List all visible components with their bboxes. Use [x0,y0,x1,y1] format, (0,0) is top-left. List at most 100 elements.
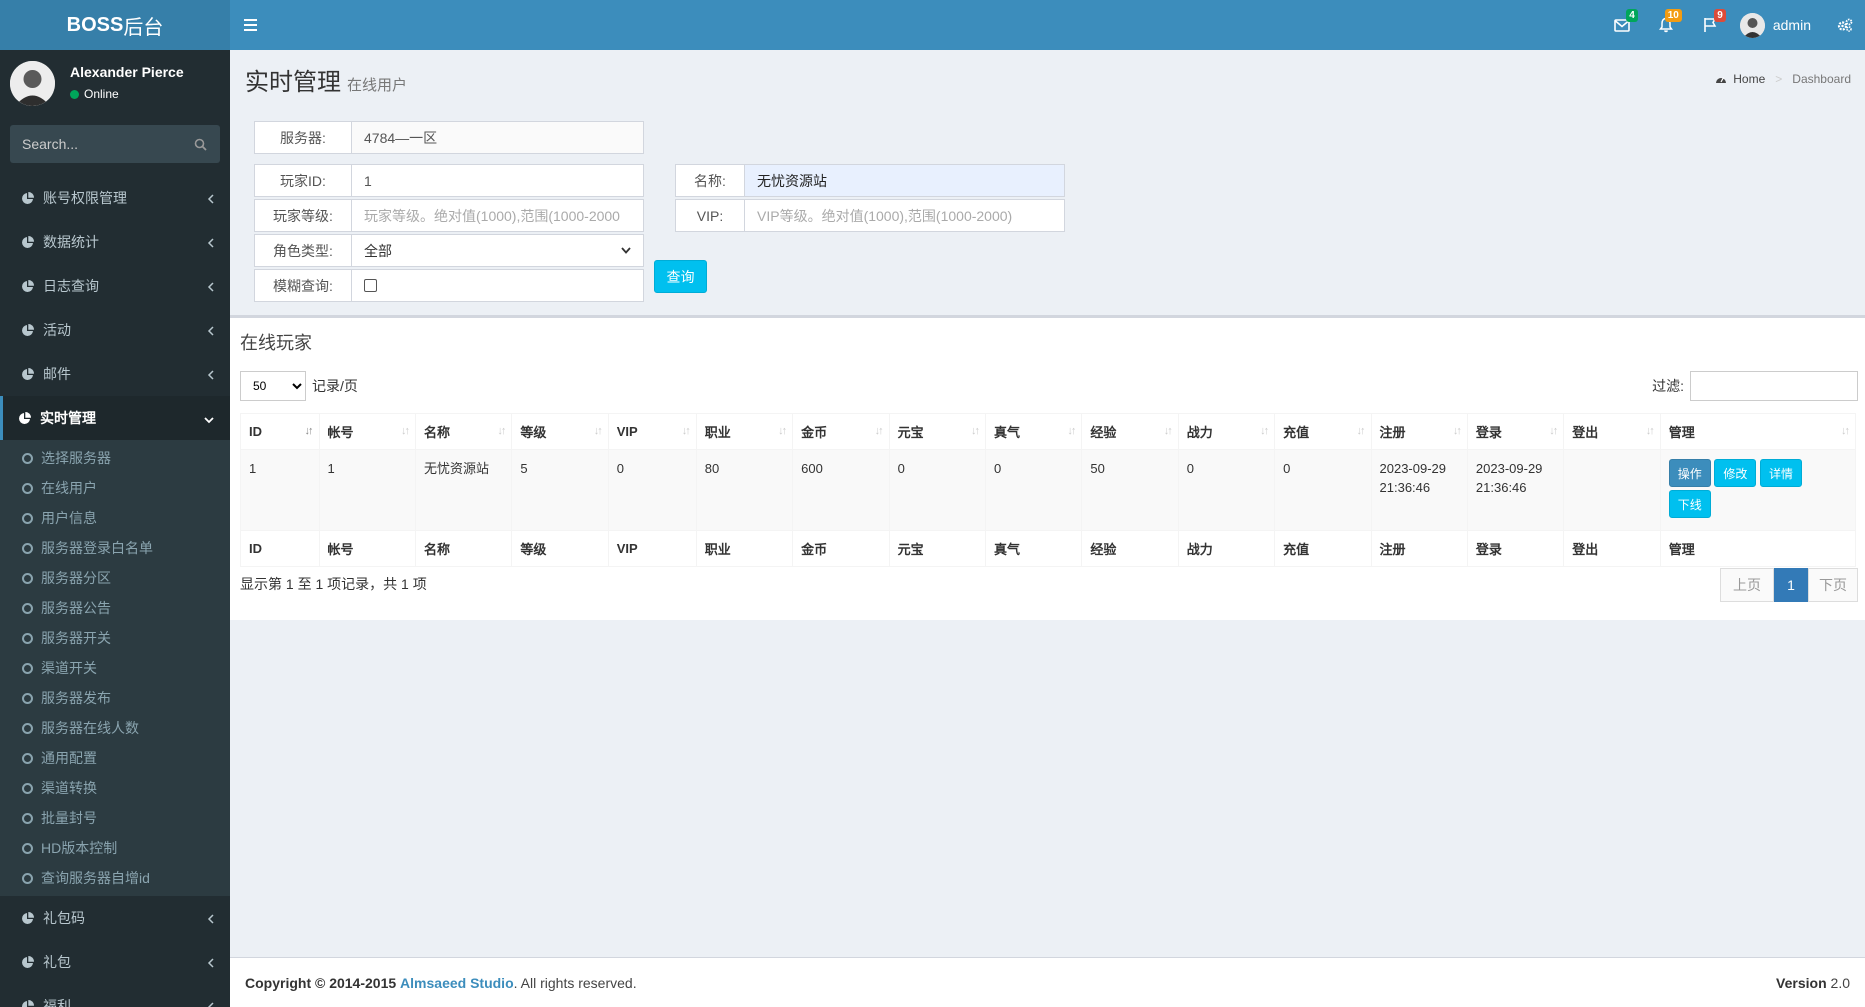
messages-menu[interactable]: 4 [1600,0,1644,50]
column-header[interactable]: VIP ↓↑ [607,413,697,450]
cell-register: 2023-09-29 21:36:46 [1370,449,1468,531]
pager-page-1[interactable]: 1 [1774,568,1808,602]
column-header[interactable]: 帐号 ↓↑ [318,413,416,450]
user-menu[interactable]: admin [1732,0,1825,50]
column-header-label: 战力 [1186,425,1213,440]
notifications-menu[interactable]: 10 [1644,0,1688,50]
submenu-item-label: 服务器分区 [41,570,111,586]
page-length-suffix: 记录/页 [312,378,358,394]
sidebar-item-items_top-3[interactable]: 活动 [0,308,230,352]
sidebar-item-items_top-1[interactable]: 数据统计 [0,220,230,264]
column-header[interactable]: 注册 ↓↑ [1370,413,1468,450]
tasks-menu[interactable]: 9 [1688,0,1732,50]
brand-logo[interactable]: BOSS 后台 [0,0,230,50]
breadcrumb-current: Dashboard [1792,72,1851,86]
fuzzy-checkbox[interactable] [364,279,377,292]
vip-label: VIP: [675,199,745,232]
brand-bold: BOSS [66,13,124,36]
brand-rest: 后台 [123,16,164,39]
submenu-item[interactable]: 批量封号 [0,803,230,833]
sidebar-item-active[interactable]: 实时管理 [0,396,230,440]
submenu-item[interactable]: 用户信息 [0,503,230,533]
sidebar-item-label: 活动 [43,322,71,338]
column-header[interactable]: 登录 ↓↑ [1466,413,1565,450]
footer-studio-link[interactable]: Almsaeed Studio [400,975,514,991]
page-length-select[interactable]: 50 [240,371,306,401]
circle-icon [22,572,33,584]
role-select[interactable]: 全部 [352,234,644,267]
submenu-item[interactable]: 选择服务器 [0,443,230,473]
column-header[interactable]: 名称 ↓↑ [414,413,513,450]
cell-exp: 50 [1081,449,1179,531]
control-sidebar-toggle[interactable] [1825,0,1865,50]
column-header[interactable]: 登出 ↓↑ [1563,413,1661,450]
pager-next-button[interactable]: 下页 [1808,568,1858,602]
cell-power: 0 [1177,449,1276,531]
sidebar-item-items_bottom-0[interactable]: 礼包码 [0,896,230,940]
fuzzy-checkbox-cell [352,269,644,302]
vip-input[interactable] [745,199,1065,232]
column-header-label: 真气 [993,425,1020,440]
sidebar-toggle-icon[interactable] [244,13,260,37]
details-button[interactable]: 详情 [1759,459,1802,487]
submenu-item[interactable]: 服务器在线人数 [0,713,230,743]
sort-icon: ↓↑ [1841,425,1850,437]
submenu-item[interactable]: 服务器分区 [0,563,230,593]
name-input[interactable]: 无忧资源站 [745,164,1065,197]
column-header[interactable]: 充值 ↓↑ [1274,413,1372,450]
submenu-item[interactable]: 服务器发布 [0,683,230,713]
kick-offline-button[interactable]: 下线 [1668,490,1711,518]
column-header[interactable]: 职业 ↓↑ [695,413,794,450]
player-id-input[interactable] [352,164,644,197]
column-header[interactable]: ID ↓↑ [240,413,320,450]
column-header[interactable]: 元宝 ↓↑ [888,413,986,450]
edit-button[interactable]: 修改 [1714,459,1757,487]
sidebar-item-items_bottom-1[interactable]: 礼包 [0,940,230,984]
pager-prev-button[interactable]: 上页 [1720,568,1774,602]
filter-input[interactable] [1690,371,1858,401]
submenu-item[interactable]: 渠道开关 [0,653,230,683]
operate-button[interactable]: 操作 [1668,459,1711,487]
query-button[interactable]: 查询 [654,260,707,293]
register-date: 2023-09-29 [1379,461,1447,476]
column-header[interactable]: 金币 ↓↑ [792,413,890,450]
level-label: 玩家等级: [254,199,352,232]
sidebar-item-items_top-2[interactable]: 日志查询 [0,264,230,308]
submenu-item[interactable]: 渠道转换 [0,773,230,803]
sidebar-item-items_top-0[interactable]: 账号权限管理 [0,176,230,220]
submenu-item[interactable]: 查询服务器自增id [0,863,230,893]
column-header[interactable]: 真气 ↓↑ [984,413,1083,450]
column-header-label: VIP [616,424,638,439]
sort-icon: ↓↑ [1452,425,1462,437]
column-header[interactable]: 战力 ↓↑ [1177,413,1276,450]
column-footer: VIP [607,530,697,567]
server-select[interactable]: 4784—一区 [352,121,644,154]
table-footer-row: ID 帐号 名称 等级 VIP 职业 金币 元宝 真气 经验 战力 充值 注册 登录 登出 管理 [240,530,1857,567]
table-info: 显示第 1 至 1 项记录，共 1 项 [240,576,427,592]
filter-label: 过滤: [1652,378,1684,394]
gears-icon [1837,18,1853,32]
sidebar-item-items_bottom-2[interactable]: 福利 [0,984,230,1007]
level-input[interactable] [352,199,644,232]
sidebar-item-items_top-4[interactable]: 邮件 [0,352,230,396]
name-label: 名称: [675,164,745,197]
chevron-left-icon [207,235,214,251]
submenu-item-label: 查询服务器自增id [41,870,150,886]
column-footer: 元宝 [888,530,986,567]
footer-version-label: Version [1776,974,1827,991]
circle-icon [22,722,33,734]
column-header[interactable]: 管理 ↓↑ [1659,413,1857,450]
column-header[interactable]: 经验 ↓↑ [1081,413,1179,450]
submenu-item[interactable]: 服务器开关 [0,623,230,653]
submenu-item[interactable]: 服务器公告 [0,593,230,623]
table-row: 1 1 无忧资源站 5 0 80 600 0 0 50 0 0 2023-09-29 21:36:46 20… [240,449,1857,531]
search-icon[interactable] [180,138,220,151]
submenu-item[interactable]: 在线用户 [0,473,230,503]
sidebar-search-input[interactable] [10,136,180,152]
chevron-down-icon [621,247,631,254]
breadcrumb-home[interactable]: Home [1733,72,1765,86]
submenu-item[interactable]: 通用配置 [0,743,230,773]
column-header[interactable]: 等级 ↓↑ [511,413,609,450]
submenu-item[interactable]: HD版本控制 [0,833,230,863]
submenu-item[interactable]: 服务器登录白名单 [0,533,230,563]
